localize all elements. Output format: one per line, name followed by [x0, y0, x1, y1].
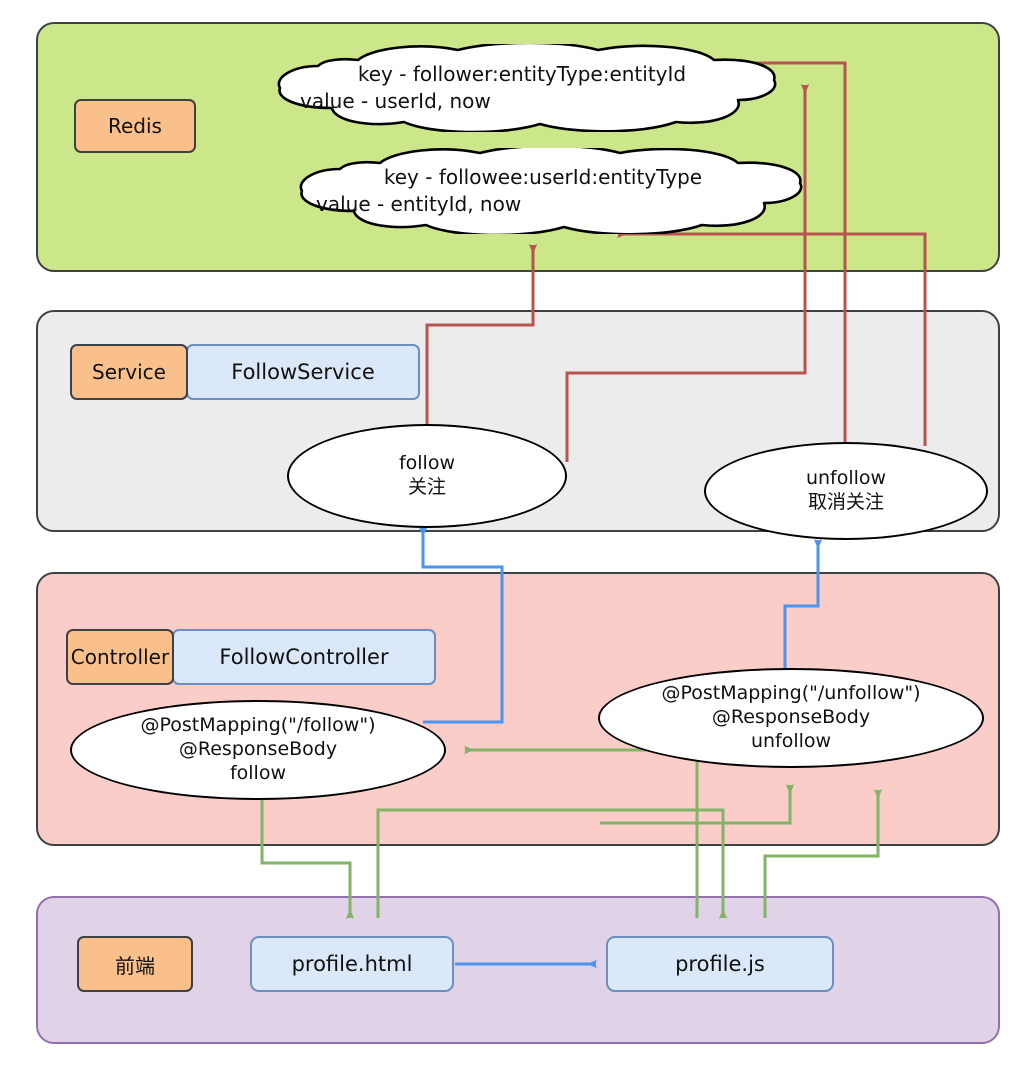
- redis-cloud-followee: key - followee:userId:entityType value -…: [278, 148, 808, 234]
- service-method-follow-cn: 关注: [407, 476, 446, 498]
- tag-controller: Controller: [66, 629, 174, 685]
- file-profile-html[interactable]: profile.html: [250, 936, 454, 992]
- service-method-follow-name: follow: [398, 452, 456, 475]
- controller-endpoint-unfollow-response: @ResponseBody: [711, 706, 871, 729]
- controller-endpoint-follow-response: @ResponseBody: [178, 738, 338, 761]
- class-follow-controller: FollowController: [172, 629, 436, 685]
- controller-endpoint-unfollow-mapping: @PostMapping("/unfollow"): [661, 682, 921, 705]
- tag-service: Service: [70, 344, 188, 400]
- redis-cloud-follower: key - follower:entityType:entityId value…: [262, 44, 782, 132]
- controller-endpoint-follow-method: follow: [229, 761, 287, 784]
- controller-endpoint-unfollow-method: unfollow: [750, 729, 832, 752]
- controller-endpoint-unfollow: @PostMapping("/unfollow") @ResponseBody …: [598, 668, 984, 768]
- service-method-unfollow-cn: 取消关注: [807, 491, 884, 513]
- tag-frontend: 前端: [77, 936, 193, 992]
- class-follow-service: FollowService: [186, 344, 420, 400]
- controller-endpoint-follow: @PostMapping("/follow") @ResponseBody fo…: [70, 700, 446, 800]
- service-method-follow: follow 关注: [287, 424, 567, 528]
- controller-endpoint-follow-mapping: @PostMapping("/follow"): [140, 714, 376, 737]
- architecture-diagram: Redis key - follower:entityType:entityId…: [0, 0, 1036, 1065]
- file-profile-js[interactable]: profile.js: [606, 936, 834, 992]
- service-method-unfollow: unfollow 取消关注: [704, 442, 988, 540]
- tag-redis: Redis: [74, 99, 196, 153]
- service-method-unfollow-name: unfollow: [805, 467, 887, 490]
